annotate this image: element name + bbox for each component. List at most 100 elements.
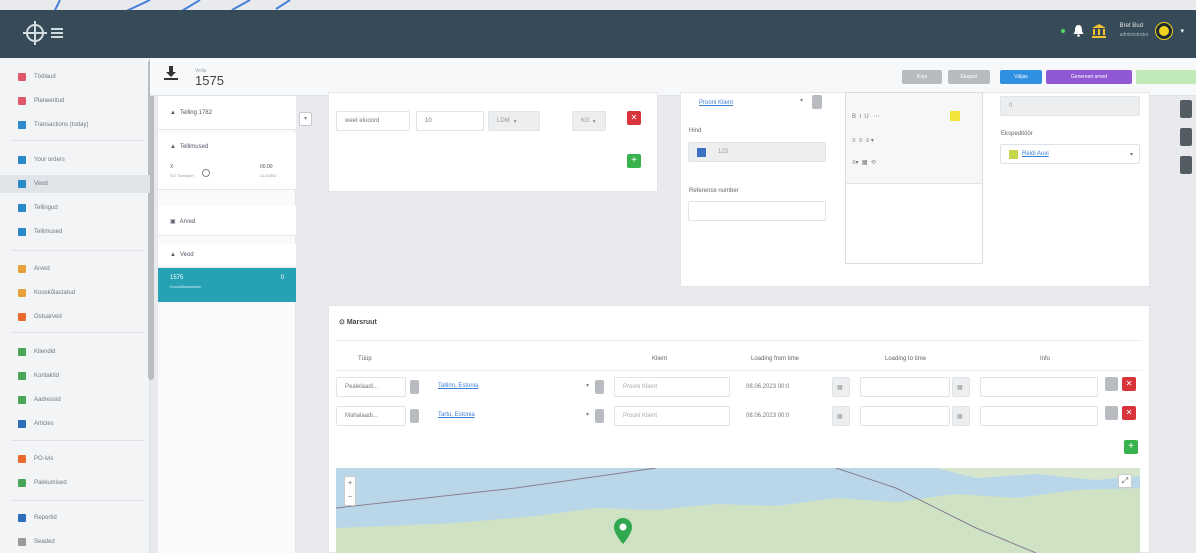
sidebar-item-label: Veod	[34, 181, 48, 187]
tellimused-section[interactable]: ▲ Tellimused X SO Transport 00.00 CLOSED	[158, 132, 296, 190]
row1-from-calendar-icon[interactable]: ▦	[832, 377, 850, 397]
right-tool-button-2[interactable]	[1180, 128, 1192, 146]
add-goods-button[interactable]: +	[627, 154, 641, 168]
chevron-down-icon[interactable]: ▾	[586, 382, 589, 389]
client-clear-button[interactable]	[812, 95, 822, 109]
sidebar-item-label: Tellimused	[34, 229, 63, 235]
row2-client-field[interactable]: Prooni Klient	[614, 406, 730, 426]
telling-section[interactable]: ▲ Telling 1782	[158, 96, 296, 130]
row1-move-button[interactable]	[1105, 377, 1118, 391]
sidebar-item[interactable]: Töölaud	[18, 68, 148, 86]
remove-goods-button[interactable]: ✕	[627, 111, 641, 125]
veod-section[interactable]: ▲ Veod	[158, 244, 296, 268]
extra-action-button[interactable]	[1136, 70, 1196, 84]
sidebar-item[interactable]: Tellimused	[18, 223, 148, 241]
collapse-toggle[interactable]: ▾	[299, 112, 312, 126]
user-menu[interactable]: Bret Bud administrator	[1120, 22, 1149, 40]
truck-icon: ▲	[170, 252, 176, 258]
row1-type-select[interactable]: Pealelaadi...	[336, 377, 406, 397]
active-shipment-item[interactable]: 1575 Kooskõlastamata 0	[158, 268, 296, 302]
sidebar-item[interactable]: Veod	[0, 175, 150, 193]
editor-toolbar-row2[interactable]: ≡ ≡ ≡ ▾	[852, 137, 874, 144]
row1-address-link[interactable]: Tallinn, Estonia	[438, 383, 478, 389]
sidebar-item[interactable]: Articles	[18, 415, 148, 433]
truck-icon: ▲	[170, 144, 176, 150]
sidebar-item[interactable]: Reportid	[18, 509, 148, 527]
editor-toolbar-row3[interactable]: ≡▾ ▦ ⟲	[852, 159, 876, 166]
route-map[interactable]: + − ⤢	[336, 468, 1140, 553]
arved-section[interactable]: ▣ Arved	[158, 206, 296, 236]
row1-loading-to-field[interactable]	[860, 377, 950, 397]
export-button[interactable]: Eksport	[948, 70, 990, 84]
row1-address-clear[interactable]	[595, 380, 604, 394]
row2-type-toggle[interactable]	[410, 409, 419, 423]
sidebar-item[interactable]: Transactions (today)	[18, 116, 148, 134]
fullscreen-icon[interactable]: ⤢	[1118, 474, 1132, 488]
add-route-stop-button[interactable]: +	[1124, 440, 1138, 454]
unit-select[interactable]: LDM ▾	[488, 111, 540, 131]
generate-invoice-button[interactable]: Genereeri arved	[1046, 70, 1132, 84]
goods-name-field[interactable]: weet eluoord	[336, 111, 410, 131]
sidebar-item[interactable]: Aadressid	[18, 391, 148, 409]
bank-icon[interactable]	[1091, 24, 1106, 38]
veod-label: Veod	[179, 252, 194, 258]
type-value: KG	[581, 118, 590, 124]
map-zoom-control[interactable]: + −	[344, 476, 356, 506]
sidebar-item[interactable]: Seaded	[18, 533, 148, 551]
rich-text-editor[interactable]: B I U ⋯ ≡ ≡ ≡ ▾ ≡▾ ▦ ⟲	[845, 92, 983, 264]
bell-icon[interactable]	[1073, 25, 1084, 37]
row2-type-select[interactable]: Mahalaadi...	[336, 406, 406, 426]
reference-number-field[interactable]	[688, 201, 826, 221]
sidebar-item[interactable]: Planeeritud	[18, 92, 148, 110]
hind-field[interactable]: 123	[688, 142, 826, 162]
right-tool-button-3[interactable]	[1180, 156, 1192, 174]
sidebar-item[interactable]: Kontaktid	[18, 367, 148, 385]
tellimused-label: Tellimused	[179, 144, 209, 150]
map-pin-icon[interactable]	[614, 518, 632, 544]
type-select[interactable]: KG ▾	[572, 111, 606, 131]
sidebar-item[interactable]: Your orders	[18, 151, 148, 169]
sidebar-item[interactable]: Tellingud	[18, 199, 148, 217]
row1-info-field[interactable]	[980, 377, 1098, 397]
goods-qty-field[interactable]: 10	[416, 111, 484, 131]
row2-address-clear[interactable]	[595, 409, 604, 423]
row2-info-field[interactable]	[980, 406, 1098, 426]
telling-label: Telling 1782	[179, 110, 212, 116]
row1-loading-from-field[interactable]: 08.06.2023 00:0	[737, 377, 831, 397]
row2-move-button[interactable]	[1105, 406, 1118, 420]
row2-from-calendar-icon[interactable]: ▦	[832, 406, 850, 426]
row1-remove-button[interactable]: ✕	[1122, 377, 1136, 391]
sidebar-item[interactable]: PO-ivis	[18, 450, 148, 468]
right-tool-button-1[interactable]	[1180, 100, 1192, 118]
sidebar-item[interactable]: Kooskõlastatud	[18, 284, 148, 302]
hamburger-menu-icon[interactable]	[51, 28, 63, 38]
editor-toolbar-row1[interactable]: B I U ⋯	[852, 113, 883, 120]
save-button[interactable]: Väljas	[1000, 70, 1042, 84]
sidebar-item[interactable]: Arved	[18, 260, 148, 278]
row1-type-toggle[interactable]	[410, 380, 419, 394]
sidebar-item-icon	[18, 265, 26, 273]
sidebar-item[interactable]: Pakkumised	[18, 474, 148, 492]
chevron-down-icon[interactable]: ▾	[586, 411, 589, 418]
row2-remove-button[interactable]: ✕	[1122, 406, 1136, 420]
highlight-color-icon[interactable]	[950, 111, 960, 121]
row2-to-calendar-icon[interactable]: ▦	[952, 406, 970, 426]
row1-client-field[interactable]: Prooni Klient	[614, 377, 730, 397]
copy-button[interactable]: Kopi	[902, 70, 942, 84]
chevron-down-icon[interactable]: ▾	[800, 97, 803, 104]
editor-content-area[interactable]	[846, 183, 982, 263]
sidebar-item-icon	[18, 479, 26, 487]
row2-loading-to-field[interactable]	[860, 406, 950, 426]
sidebar-item[interactable]: Ostuarved	[18, 308, 148, 326]
ekspeditor-select[interactable]: Reidi Auvi ▾	[1000, 144, 1140, 164]
client-link[interactable]: Prooni Klient	[699, 100, 733, 106]
row2-address-link[interactable]: Tartu, Estonia	[438, 412, 475, 418]
row1-to-calendar-icon[interactable]: ▦	[952, 377, 970, 397]
row2-loading-from-field[interactable]: 08.06.2023 00:0	[737, 406, 831, 426]
chevron-down-icon[interactable]: ▾	[1180, 27, 1184, 35]
avatar[interactable]	[1156, 23, 1173, 39]
sidebar-scrollbar[interactable]	[148, 60, 154, 380]
app-logo-icon[interactable]	[22, 20, 48, 46]
right-form-field[interactable]: 0	[1000, 96, 1140, 116]
sidebar-item[interactable]: Kliendid	[18, 343, 148, 361]
